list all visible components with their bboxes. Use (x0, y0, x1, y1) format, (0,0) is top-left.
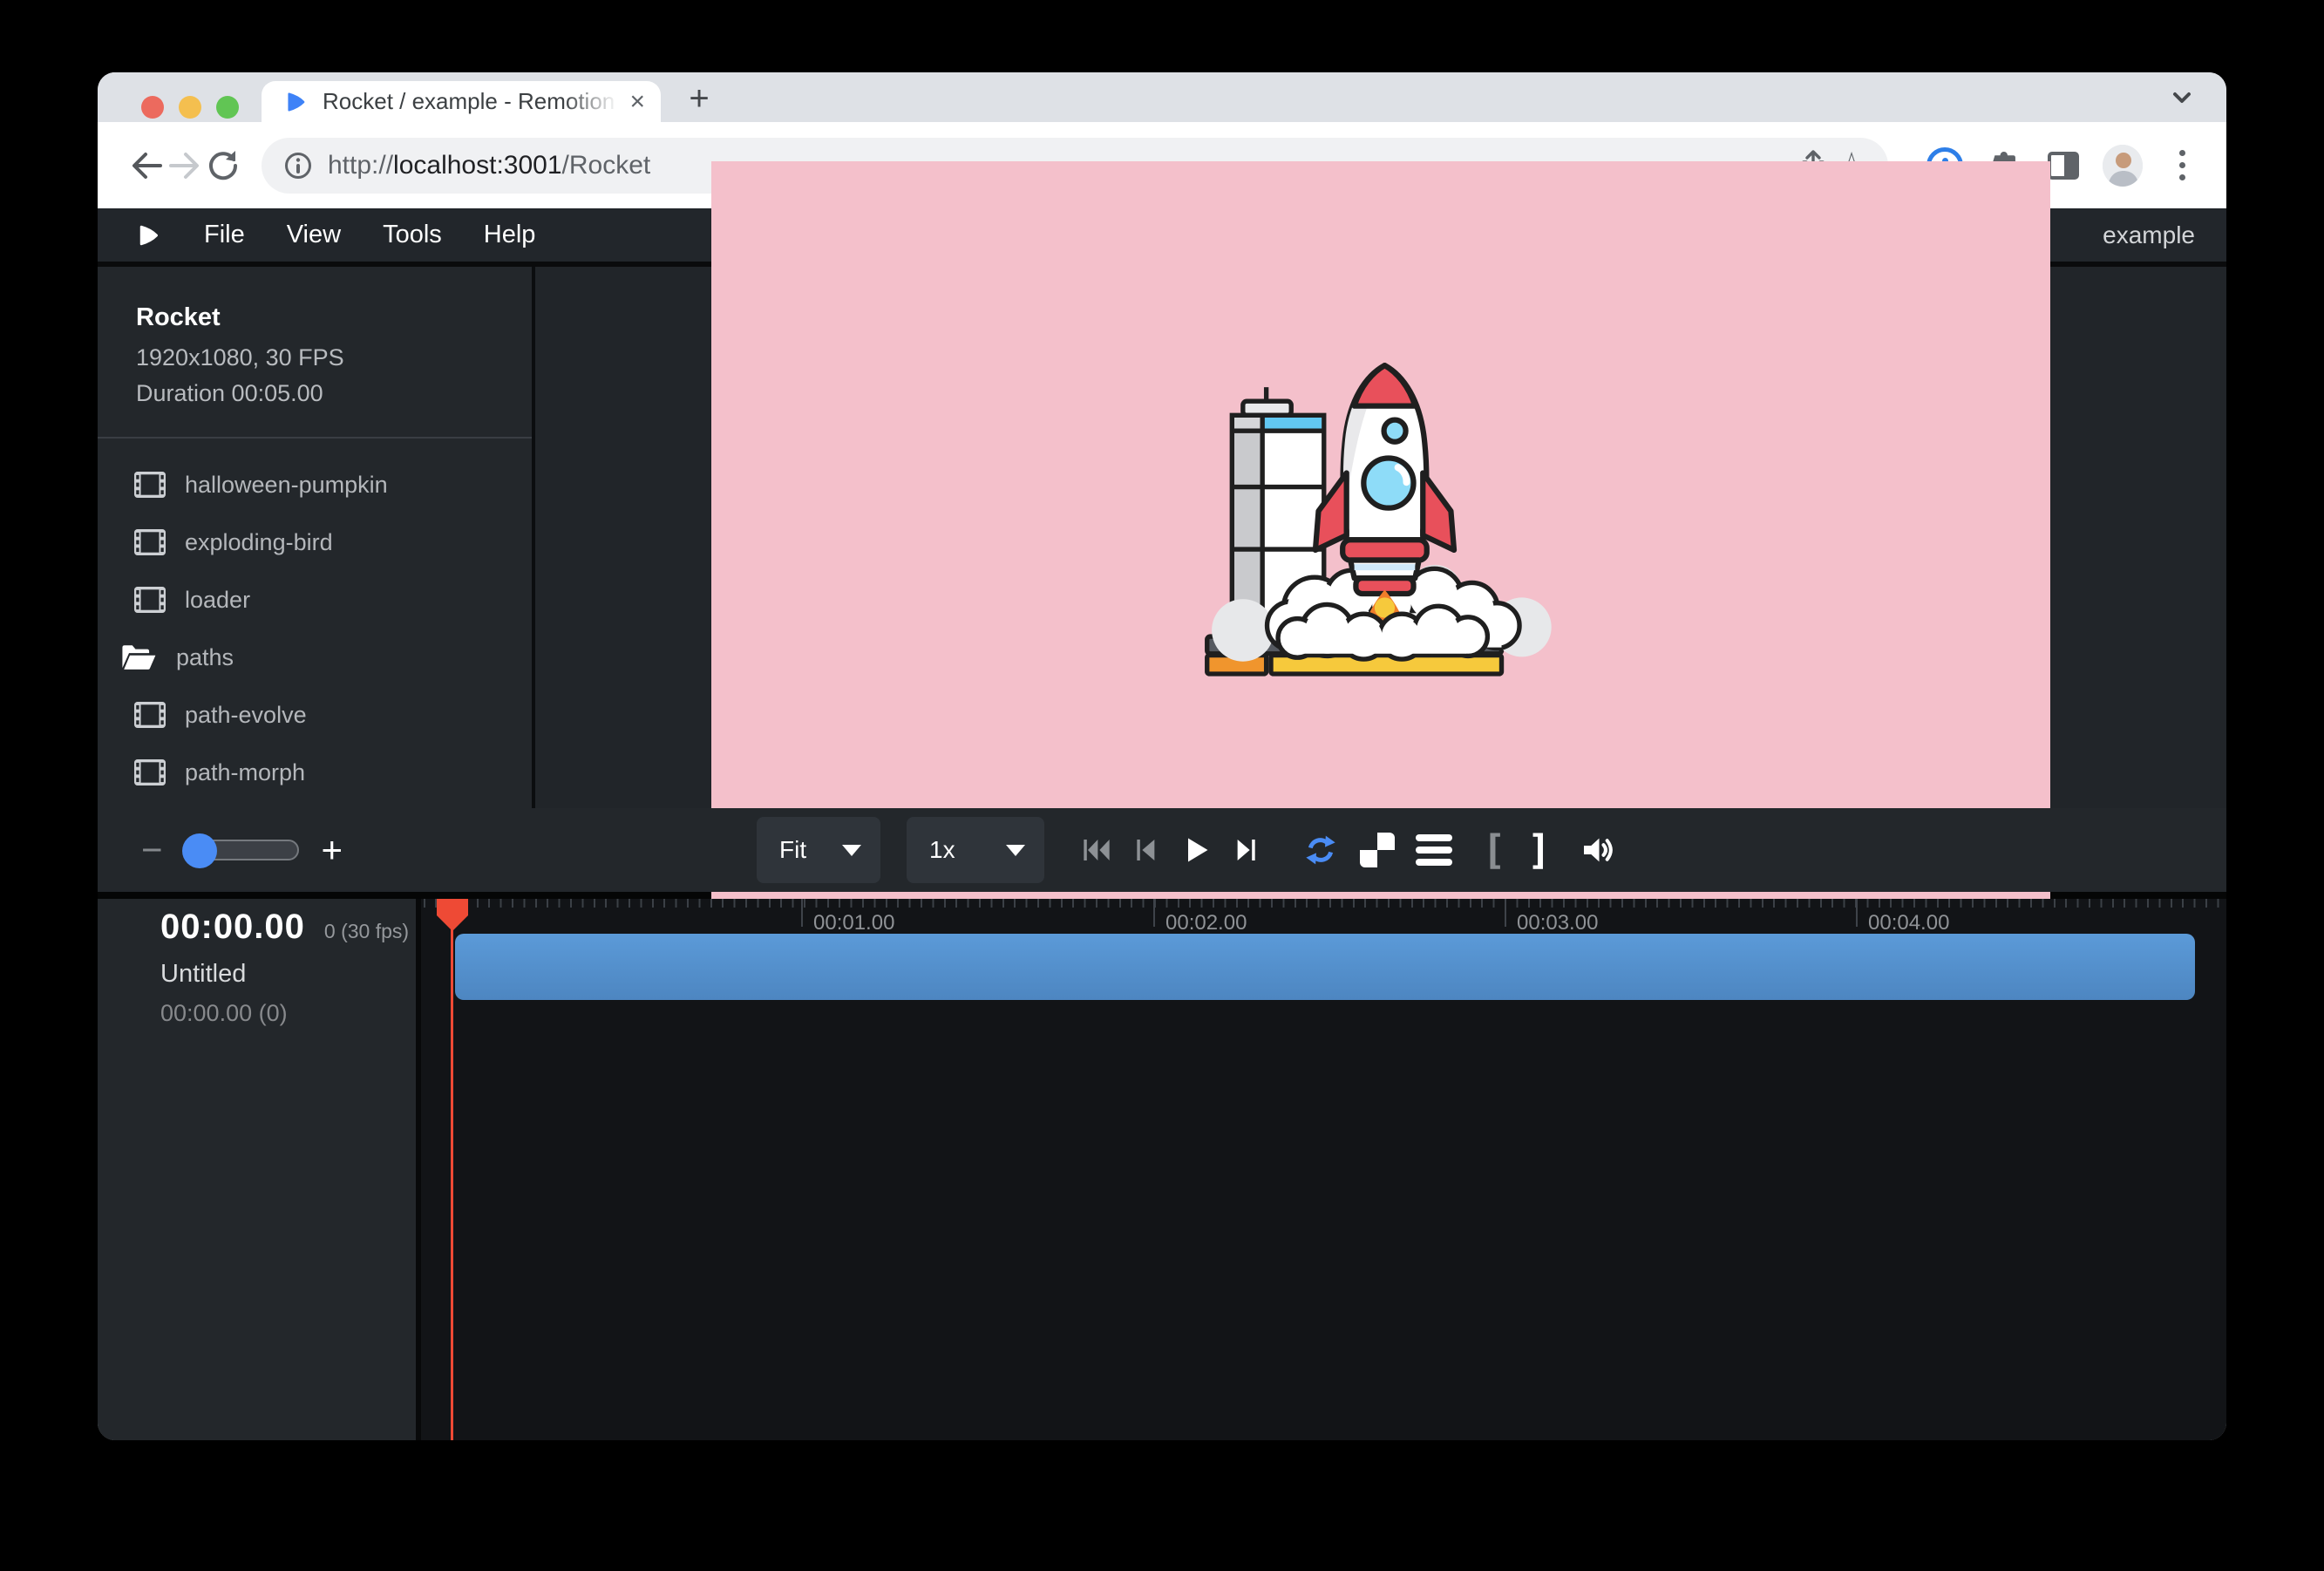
timeline-track-area[interactable]: 00:01.00 00:02.00 00:03.00 00:04.00 (421, 899, 2226, 1440)
ruler-label: 00:02.00 (1165, 911, 1247, 935)
skip-to-start-icon[interactable] (1081, 836, 1112, 864)
list-item-folder[interactable]: paths (98, 629, 532, 686)
film-icon (134, 472, 166, 498)
next-frame-icon[interactable] (1233, 836, 1259, 864)
close-tab-icon[interactable]: × (629, 89, 645, 115)
project-name: example (2103, 221, 2195, 249)
chevron-down-icon (1006, 845, 1025, 856)
film-icon (134, 529, 166, 555)
list-item[interactable]: loader (98, 571, 532, 629)
timeline-track-bar[interactable] (455, 934, 2195, 1000)
timeline-zoom-slider[interactable] (186, 840, 299, 860)
timeline: 00:00.00 0 (30 fps) Untitled 00:00.00 (0… (98, 899, 2226, 1440)
list-item-folder[interactable]: gif (98, 801, 532, 808)
film-icon (134, 759, 166, 786)
second-tick (1153, 899, 1155, 927)
desktop: Rocket / example - Remotion P × + (0, 0, 2324, 1571)
checkerboard-icon[interactable] (1360, 833, 1395, 867)
back-icon[interactable] (127, 146, 166, 185)
video-canvas[interactable] (711, 161, 2050, 915)
loop-icon[interactable] (1302, 833, 1339, 867)
composition-title: Rocket (136, 303, 506, 332)
in-point-icon[interactable]: [ (1482, 830, 1506, 870)
play-icon[interactable] (1180, 834, 1212, 866)
composition-duration: Duration 00:05.00 (136, 380, 506, 407)
playhead-marker[interactable] (436, 899, 469, 932)
canvas-size-dropdown[interactable]: Fit (757, 817, 880, 883)
list-item[interactable]: halloween-pumpkin (98, 456, 532, 513)
profile-avatar[interactable] (2103, 146, 2143, 186)
ruler-label: 00:01.00 (813, 911, 894, 935)
previous-frame-icon[interactable] (1133, 836, 1159, 864)
playback-speed-dropdown[interactable]: 1x (907, 817, 1044, 883)
forward-icon[interactable] (166, 146, 204, 185)
list-item[interactable]: path-evolve (98, 686, 532, 744)
second-tick (1505, 899, 1506, 927)
folder-open-icon (120, 643, 157, 672)
overflow-menu-icon[interactable] (2162, 146, 2202, 186)
ruler-label: 00:04.00 (1868, 911, 1949, 935)
playback-controls: [ ] (1081, 808, 1615, 892)
remotion-app: File View Tools Help example Rocket 1920… (98, 208, 2226, 1440)
tab-strip: Rocket / example - Remotion P × + (98, 72, 2226, 122)
frame-ticks (421, 899, 2226, 908)
ruler-label: 00:03.00 (1517, 911, 1598, 935)
reload-icon[interactable] (204, 146, 242, 185)
tab-title: Rocket / example - Remotion P (323, 88, 624, 115)
compositions-sidebar: Rocket 1920x1080, 30 FPS Duration 00:05.… (98, 267, 532, 808)
out-point-icon[interactable]: ] (1527, 830, 1552, 870)
zoom-out-button[interactable]: − (141, 832, 163, 868)
rocket-illustration (1198, 350, 1564, 705)
remotion-favicon-icon (284, 90, 309, 114)
film-icon (134, 702, 166, 728)
composition-list: halloween-pumpkin exploding-bird loader … (98, 439, 532, 808)
list-item[interactable]: exploding-bird (98, 513, 532, 571)
menu-view[interactable]: View (287, 221, 341, 249)
menu-file[interactable]: File (204, 221, 245, 249)
track-name: Untitled (160, 960, 246, 989)
film-icon (134, 587, 166, 613)
current-timecode: 00:00.00 (160, 908, 305, 947)
menu-help[interactable]: Help (484, 221, 536, 249)
preview-area (535, 267, 2226, 808)
composition-meta: 1920x1080, 30 FPS (136, 344, 506, 371)
url-text: http://localhost:3001/Rocket (328, 151, 650, 180)
second-tick (801, 899, 803, 927)
new-tab-button[interactable]: + (680, 79, 718, 118)
tab-chevron-icon[interactable] (2167, 85, 2197, 111)
playhead-line[interactable] (451, 899, 453, 1440)
frame-counter: 0 (30 fps) (324, 920, 409, 943)
timeline-rows-icon[interactable] (1416, 834, 1452, 866)
browser-window: Rocket / example - Remotion P × + (98, 72, 2226, 1440)
browser-tab[interactable]: Rocket / example - Remotion P × (262, 81, 661, 122)
player-controls-bar: − + Fit 1x (98, 808, 2226, 892)
volume-icon[interactable] (1579, 833, 1615, 867)
slider-thumb[interactable] (182, 833, 217, 868)
minimize-window-button[interactable] (179, 96, 201, 119)
site-info-icon[interactable] (282, 150, 314, 181)
second-tick (1856, 899, 1858, 927)
menu-tools[interactable]: Tools (383, 221, 442, 249)
window-controls (141, 96, 239, 119)
zoom-in-button[interactable]: + (322, 832, 343, 868)
fullscreen-window-button[interactable] (216, 96, 239, 119)
timeline-left-panel: 00:00.00 0 (30 fps) Untitled 00:00.00 (0… (98, 899, 416, 1440)
close-window-button[interactable] (141, 96, 164, 119)
chevron-down-icon (842, 845, 861, 856)
track-timecode: 00:00.00 (0) (160, 1000, 288, 1027)
list-item[interactable]: path-morph (98, 744, 532, 801)
remotion-logo-icon[interactable] (136, 222, 162, 248)
composition-info: Rocket 1920x1080, 30 FPS Duration 00:05.… (98, 267, 532, 437)
